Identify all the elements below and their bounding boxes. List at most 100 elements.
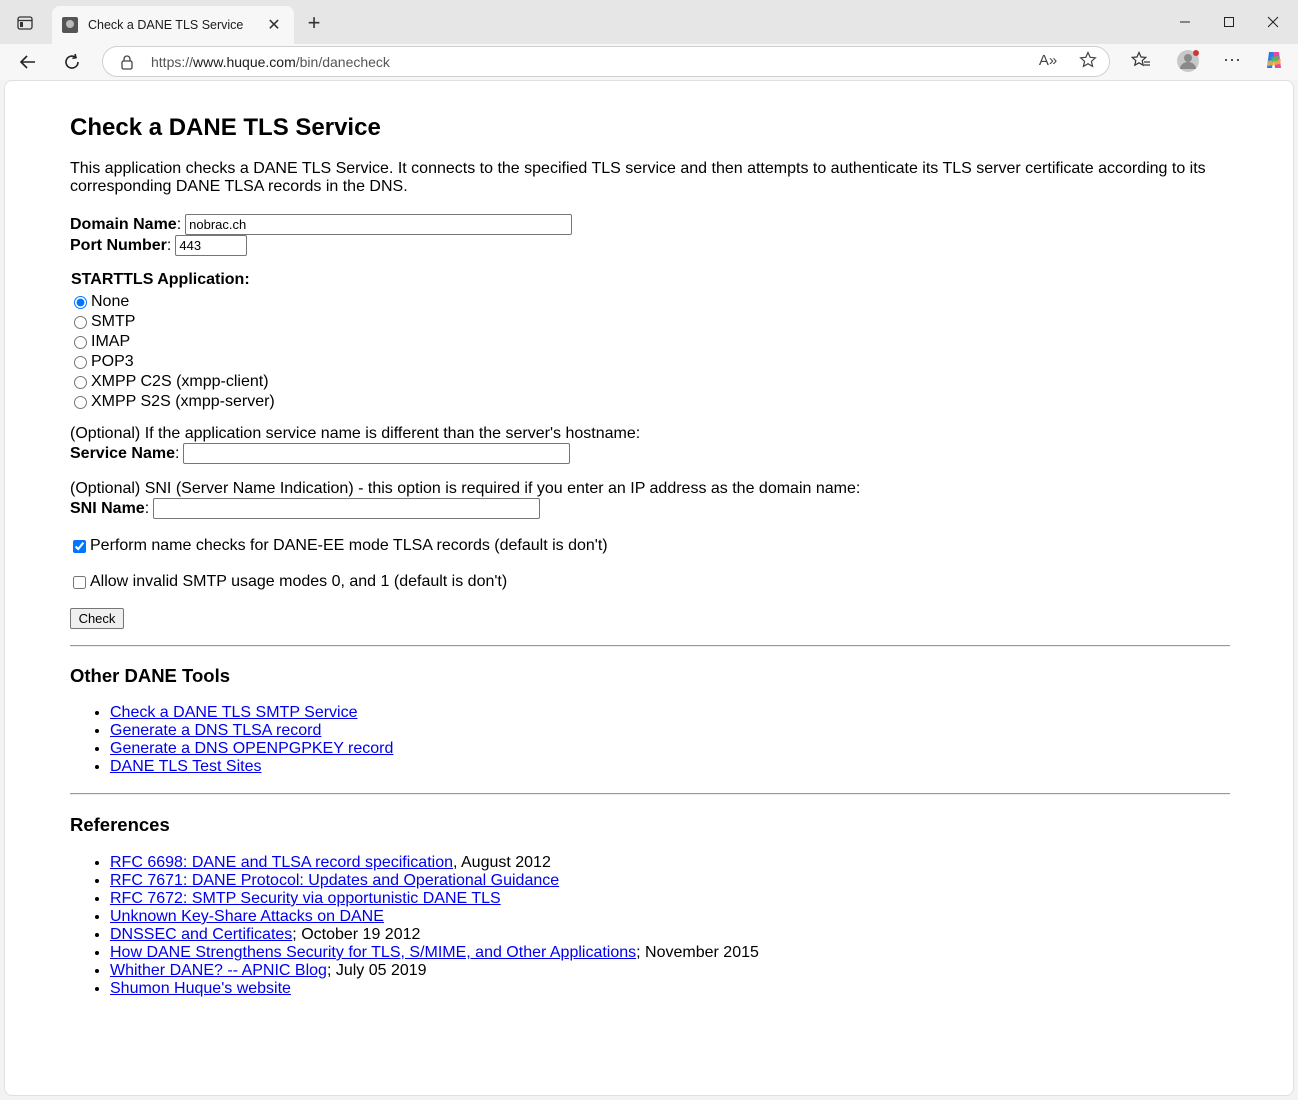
divider <box>70 645 1230 647</box>
starttls-option-label: IMAP <box>91 333 131 350</box>
service-name-input[interactable] <box>183 443 571 464</box>
site-favicon-icon <box>62 17 78 33</box>
url-text[interactable]: https://www.huque.com/bin/danecheck <box>151 54 390 70</box>
refresh-icon[interactable] <box>56 47 88 77</box>
starttls-option-smtp[interactable]: SMTP <box>71 312 275 332</box>
service-row: Service Name: <box>70 443 571 464</box>
sni-hint: (Optional) SNI (Server Name Indication) … <box>70 480 860 498</box>
title-bar: Check a DANE TLS Service ✕ + <box>0 0 1298 44</box>
lock-icon[interactable] <box>119 54 135 70</box>
domain-name-input[interactable] <box>185 214 573 235</box>
list-item: DANE TLS Test Sites <box>110 758 393 776</box>
maximize-icon[interactable] <box>1206 8 1252 36</box>
list-item: RFC 6698: DANE and TLSA record specifica… <box>110 854 759 872</box>
port-number-input[interactable] <box>175 235 248 256</box>
domain-label: Domain Name <box>70 215 177 233</box>
back-arrow-icon[interactable] <box>12 47 44 77</box>
tool-link-test-sites[interactable]: DANE TLS Test Sites <box>110 758 261 775</box>
more-options-icon[interactable]: ⋯ <box>1222 50 1242 70</box>
list-item: Generate a DNS TLSA record <box>110 722 393 740</box>
starttls-group: STARTTLS Application: None SMTP IMAP POP… <box>71 270 275 412</box>
copilot-icon[interactable] <box>1263 49 1285 71</box>
tab-actions-icon[interactable] <box>12 12 38 34</box>
smtp-modes-option[interactable]: Allow invalid SMTP usage modes 0, and 1 … <box>70 573 507 591</box>
check-button[interactable]: Check <box>70 608 124 629</box>
starttls-radio-none[interactable] <box>74 295 87 309</box>
new-tab-icon[interactable]: + <box>302 10 326 36</box>
starttls-option-none[interactable]: None <box>71 292 275 312</box>
port-colon: : <box>166 236 172 254</box>
browser-toolbar: https://www.huque.com/bin/danecheck A» ⋯ <box>0 44 1298 80</box>
close-window-icon[interactable] <box>1250 8 1296 36</box>
reference-suffix: ; July 05 2019 <box>326 962 427 979</box>
starttls-radio-imap[interactable] <box>74 335 87 349</box>
reference-link[interactable]: RFC 6698: DANE and TLSA record specifica… <box>110 854 453 871</box>
reference-link[interactable]: DNSSEC and Certificates <box>110 926 292 943</box>
tab-close-icon[interactable]: ✕ <box>264 15 284 35</box>
other-tools-list: Check a DANE TLS SMTP Service Generate a… <box>70 704 393 776</box>
starttls-radio-xmpp-c2s[interactable] <box>74 375 87 389</box>
starttls-option-xmpp-c2s[interactable]: XMPP C2S (xmpp-client) <box>71 372 275 392</box>
divider <box>70 793 1230 795</box>
tool-link-openpgpkey[interactable]: Generate a DNS OPENPGPKEY record <box>110 740 393 757</box>
list-item: Check a DANE TLS SMTP Service <box>110 704 393 722</box>
starttls-option-label: XMPP C2S (xmpp-client) <box>91 373 269 390</box>
references-heading: References <box>70 814 170 835</box>
domain-row: Domain Name: <box>70 214 573 235</box>
minimize-icon[interactable] <box>1162 8 1208 36</box>
smtp-modes-label: Allow invalid SMTP usage modes 0, and 1 … <box>90 573 508 590</box>
intro-paragraph: This application checks a DANE TLS Servi… <box>70 160 1206 195</box>
port-label: Port Number <box>70 236 167 254</box>
starttls-option-label: None <box>91 293 130 310</box>
url-host: www.huque.com <box>193 53 296 70</box>
list-item: How DANE Strengthens Security for TLS, S… <box>110 944 759 962</box>
read-aloud-icon[interactable]: A» <box>1038 50 1058 70</box>
sni-row: SNI Name: <box>70 498 541 519</box>
starttls-radio-pop3[interactable] <box>74 355 87 369</box>
reference-link[interactable]: How DANE Strengthens Security for TLS, S… <box>110 944 636 961</box>
list-item: RFC 7671: DANE Protocol: Updates and Ope… <box>110 872 759 890</box>
reference-suffix: ; November 2015 <box>636 944 759 961</box>
smtp-modes-checkbox[interactable] <box>73 575 86 589</box>
starttls-option-imap[interactable]: IMAP <box>71 332 275 352</box>
list-item: Generate a DNS OPENPGPKEY record <box>110 740 393 758</box>
reference-link[interactable]: Shumon Huque's website <box>110 980 291 997</box>
list-item: Whither DANE? -- APNIC Blog; July 05 201… <box>110 962 759 980</box>
starttls-option-pop3[interactable]: POP3 <box>71 352 275 372</box>
reference-link[interactable]: RFC 7671: DANE Protocol: Updates and Ope… <box>110 872 559 889</box>
profile-avatar-icon[interactable] <box>1176 49 1200 73</box>
port-row: Port Number: <box>70 235 248 256</box>
page-viewport: Check a DANE TLS Service This applicatio… <box>4 80 1294 1096</box>
tool-link-tlsa[interactable]: Generate a DNS TLSA record <box>110 722 321 739</box>
sni-name-input[interactable] <box>153 498 541 519</box>
list-item: DNSSEC and Certificates; October 19 2012 <box>110 926 759 944</box>
browser-tab[interactable]: Check a DANE TLS Service ✕ <box>52 6 294 44</box>
starttls-label: STARTTLS Application: <box>71 271 250 288</box>
address-bar[interactable]: https://www.huque.com/bin/danecheck <box>102 46 1110 77</box>
tool-link-smtp[interactable]: Check a DANE TLS SMTP Service <box>110 704 358 721</box>
name-checks-option[interactable]: Perform name checks for DANE-EE mode TLS… <box>70 537 608 555</box>
reference-link[interactable]: Whither DANE? -- APNIC Blog <box>110 962 327 979</box>
starttls-option-label: SMTP <box>91 313 136 330</box>
reference-link[interactable]: RFC 7672: SMTP Security via opportunisti… <box>110 890 501 907</box>
tab-title: Check a DANE TLS Service <box>88 18 244 32</box>
service-colon: : <box>174 444 180 462</box>
page-title: Check a DANE TLS Service <box>70 114 381 141</box>
name-checks-checkbox[interactable] <box>73 539 86 553</box>
favorite-star-icon[interactable] <box>1078 50 1098 70</box>
sni-hint-text: (Optional) SNI (Server Name Indication) … <box>70 480 861 497</box>
url-scheme: https:// <box>151 53 194 70</box>
reference-suffix: , August 2012 <box>452 854 551 871</box>
favorites-icon[interactable] <box>1131 50 1151 70</box>
references-list: RFC 6698: DANE and TLSA record specifica… <box>70 854 759 998</box>
sni-colon: : <box>144 499 150 517</box>
starttls-radio-smtp[interactable] <box>74 315 87 329</box>
other-tools-heading: Other DANE Tools <box>70 665 230 686</box>
reference-link[interactable]: Unknown Key-Share Attacks on DANE <box>110 908 384 925</box>
url-path: /bin/danecheck <box>295 53 390 70</box>
starttls-option-xmpp-s2s[interactable]: XMPP S2S (xmpp-server) <box>71 392 275 412</box>
starttls-option-label: XMPP S2S (xmpp-server) <box>91 393 275 410</box>
service-hint: (Optional) If the application service na… <box>70 425 640 443</box>
list-item: Shumon Huque's website <box>110 980 759 998</box>
starttls-radio-xmpp-s2s[interactable] <box>74 395 87 409</box>
